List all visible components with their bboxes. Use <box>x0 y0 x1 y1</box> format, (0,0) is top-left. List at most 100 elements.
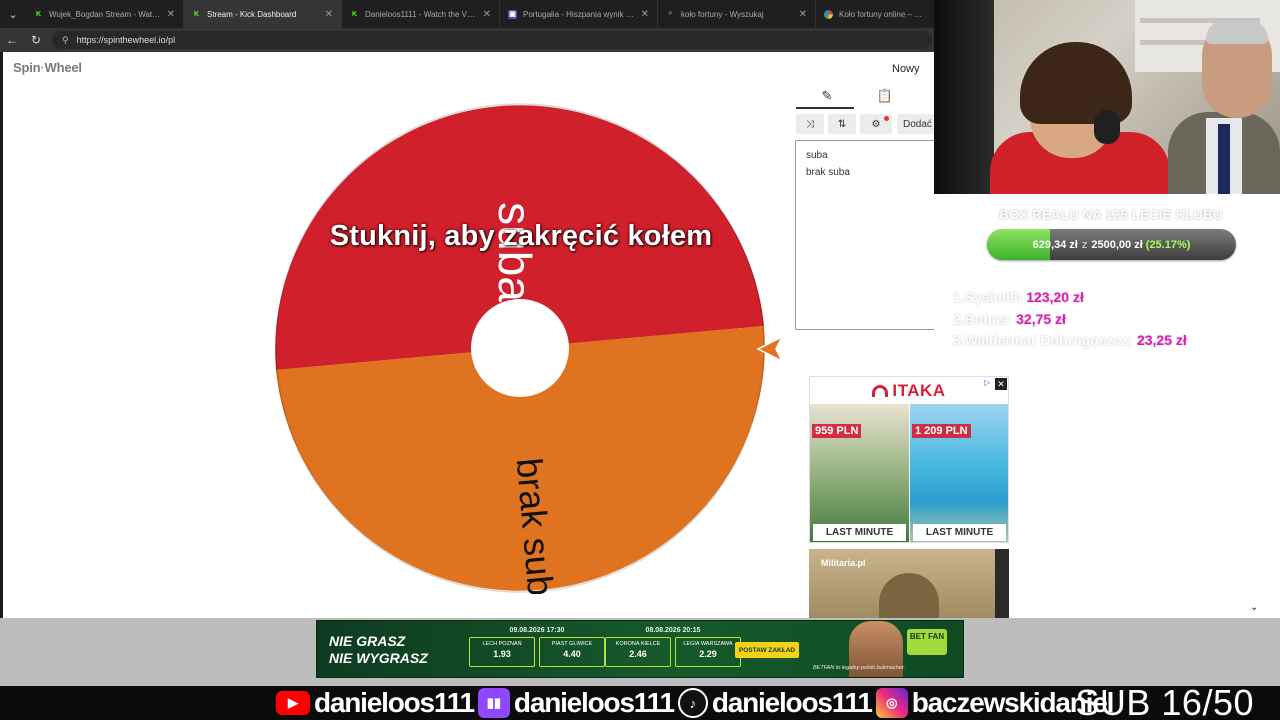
back-arrow-icon[interactable]: ← <box>0 28 24 52</box>
sort-button[interactable]: ⇅ <box>828 114 856 134</box>
tab-title: Danieloos1111 - Watch the VOD d <box>365 9 477 19</box>
address-bar[interactable]: ⚲ https://spinthewheel.io/pl <box>52 31 932 49</box>
kick-icon: K <box>193 10 200 18</box>
tab-title: Portugalia - Hiszpania wynik na ży <box>523 9 635 19</box>
donation-current: 629,34 zł <box>1032 238 1078 251</box>
browser-tab[interactable]: K Danieloos1111 - Watch the VOD d ✕ <box>342 0 500 28</box>
browser-tab-active[interactable]: K Stream - Kick Dashboard ✕ <box>184 0 342 28</box>
webcam-curtain <box>934 0 994 194</box>
twitch-handle: danieloos111 <box>513 687 675 718</box>
spin-wheel[interactable]: suba brak suba <box>274 102 766 618</box>
tiktok-handle: danieloos111 <box>711 687 873 718</box>
browser-tab[interactable]: ⌕ koło fortuny - Wyszukaj ✕ <box>658 0 816 28</box>
leader-name: 3.Waldermar Dobrogoszcz: <box>953 332 1133 348</box>
web-page: Spin·Wheel Nowy suba brak suba Stuknij, … <box>3 52 1029 618</box>
militaria-brand: Militaria.pl <box>821 558 866 568</box>
browser-tab[interactable]: K Wujek_Bogdan Stream - Watch Li ✕ <box>26 0 184 28</box>
odd-team: LECH POZNAŃ <box>482 641 522 647</box>
wheel-graphic[interactable]: suba brak suba <box>274 102 766 618</box>
site-info-icon[interactable]: ⚲ <box>62 35 69 46</box>
tab-title: Koło fortuny online – darm <box>839 9 926 19</box>
guest-tie <box>1218 124 1230 194</box>
last-minute-button[interactable]: LAST MINUTE <box>813 524 906 541</box>
ad-close-icon[interactable]: ✕ <box>995 378 1007 390</box>
browser-tab[interactable]: ▣ Portugalia - Hiszpania wynik na ży ✕ <box>500 0 658 28</box>
tab-title: koło fortuny - Wyszukaj <box>681 9 764 19</box>
close-icon[interactable]: ✕ <box>483 9 491 20</box>
itaka-logo: ITAKA <box>810 377 1008 404</box>
donation-progress-bar: 629,34 zł z 2500,00 zł (25.17%) <box>987 229 1236 260</box>
betfan-banner[interactable]: NIE GRASZ NIE WYGRASZ 09.08.2026 17:30 L… <box>316 620 964 678</box>
last-minute-button[interactable]: LAST MINUTE <box>913 524 1006 541</box>
ad-price: 959 PLN <box>812 424 862 438</box>
odd-button[interactable]: LEGIA WARSZAWA 2.29 <box>675 637 741 667</box>
shuffle-button[interactable]: ⤨ <box>796 114 824 134</box>
ad-pool-image: 1 209 PLN LAST MINUTE <box>910 404 1008 542</box>
tab-title: Wujek_Bogdan Stream - Watch Li <box>49 9 161 19</box>
banner-tagline: BETFAN to legalny polski bukmacher. <box>813 665 906 671</box>
sort-icon: ⇅ <box>837 118 847 130</box>
odd-button[interactable]: PIAST GLIWICE 4.40 <box>539 637 605 667</box>
leaderboard-entry: 1.Sysiu09: 123,20 zł <box>953 289 1084 305</box>
itaka-ad[interactable]: ITAKA ▷ ✕ 959 PLN LAST MINUTE 1 209 PLN … <box>809 376 1009 543</box>
donation-goal: 2500,00 zł <box>1091 238 1143 251</box>
odd-team: PIAST GLIWICE <box>551 641 593 647</box>
social-bar: ▶ danieloos111 ▮▮ danieloos111 ♪ danielo… <box>0 682 1280 720</box>
browser-tabbar: ⌄ K Wujek_Bogdan Stream - Watch Li ✕ K S… <box>0 0 934 28</box>
donation-separator: z <box>1081 238 1088 251</box>
new-wheel-button[interactable]: Nowy <box>892 63 920 75</box>
tab-search-icon[interactable]: ⌄ <box>0 0 26 28</box>
shuffle-icon: ⤨ <box>806 118 814 130</box>
close-icon[interactable]: ✕ <box>641 9 649 20</box>
ad-soldier-image <box>879 573 939 618</box>
itaka-mark-icon <box>872 384 889 397</box>
militaria-ad[interactable]: Militaria.pl <box>809 549 1009 618</box>
leader-amount: 32,75 zł <box>1016 311 1066 327</box>
spin-hint[interactable]: Stuknij, aby zakręcić kołem <box>273 220 769 253</box>
chevron-down-icon[interactable]: ⌄ <box>1250 602 1258 613</box>
sub-counter: SUB 16/50 <box>1075 682 1254 720</box>
leaderboard-entry: 3.Waldermar Dobrogoszcz: 23,25 zł <box>953 332 1187 348</box>
place-bet-button[interactable]: POSTAW ZAKŁAD <box>735 642 799 658</box>
url-text: https://spinthewheel.io/pl <box>76 35 176 45</box>
betfan-logo: BET FAN <box>907 629 947 655</box>
close-icon[interactable]: ✕ <box>799 9 807 20</box>
browser-tab[interactable]: Koło fortuny online – darm <box>816 0 934 28</box>
flashscore-icon: ▣ <box>508 9 517 19</box>
headline-line: NIE WYGRASZ <box>329 650 428 666</box>
donation-goal-title: BOX REALU NA 125 LECIE KLUBU <box>999 207 1223 222</box>
odd-value: 4.40 <box>563 649 581 659</box>
sidebar-tabs: ✎ 📋 <box>796 86 937 109</box>
spinwheel-icon <box>824 9 833 19</box>
add-entry-button[interactable]: Dodać <box>897 114 934 134</box>
ad-edge <box>995 549 1009 618</box>
ad-info-icon[interactable]: ▷ <box>984 378 994 388</box>
youtube-icon: ▶ <box>276 691 310 715</box>
settings-button[interactable]: ⚙ <box>860 114 892 134</box>
match-card[interactable]: 08.08.2026 20:15 KORONA KIELCE 2.46 LEGIA… <box>605 627 741 673</box>
match-card[interactable]: 09.08.2026 17:30 LECH POZNAŃ 1.93 PIAST G… <box>469 627 605 673</box>
reload-icon[interactable]: ↻ <box>24 28 48 52</box>
clipboard-icon[interactable]: 📋 <box>870 86 900 106</box>
kick-icon: K <box>35 10 42 18</box>
match-date: 08.08.2026 20:15 <box>645 627 701 634</box>
leader-amount: 23,25 zł <box>1136 332 1187 348</box>
odd-value: 1.93 <box>493 649 511 659</box>
banner-headline: NIE GRASZ NIE WYGRASZ <box>329 633 428 667</box>
close-icon[interactable]: ✕ <box>167 9 175 20</box>
edit-pencil-icon[interactable]: ✎ <box>812 86 842 106</box>
donation-percent: (25.17%) <box>1145 238 1191 251</box>
leader-name: 2.Bobas: <box>953 311 1013 327</box>
odd-button[interactable]: KORONA KIELCE 2.46 <box>605 637 671 667</box>
leaderboard-entry: 2.Bobas: 32,75 zł <box>953 311 1066 327</box>
instagram-icon: ◎ <box>875 688 908 718</box>
close-icon[interactable]: ✕ <box>325 9 333 20</box>
leader-amount: 123,20 zł <box>1026 289 1084 305</box>
guest-hair <box>1206 20 1268 44</box>
stream-frame: ⌄ K Wujek_Bogdan Stream - Watch Li ✕ K S… <box>0 0 1280 720</box>
odd-button[interactable]: LECH POZNAŃ 1.93 <box>469 637 535 667</box>
odd-team: LEGIA WARSZAWA <box>683 641 733 647</box>
site-logo[interactable]: Spin·Wheel <box>13 60 82 75</box>
notification-dot <box>884 116 889 121</box>
twitch-icon: ▮▮ <box>477 688 510 718</box>
